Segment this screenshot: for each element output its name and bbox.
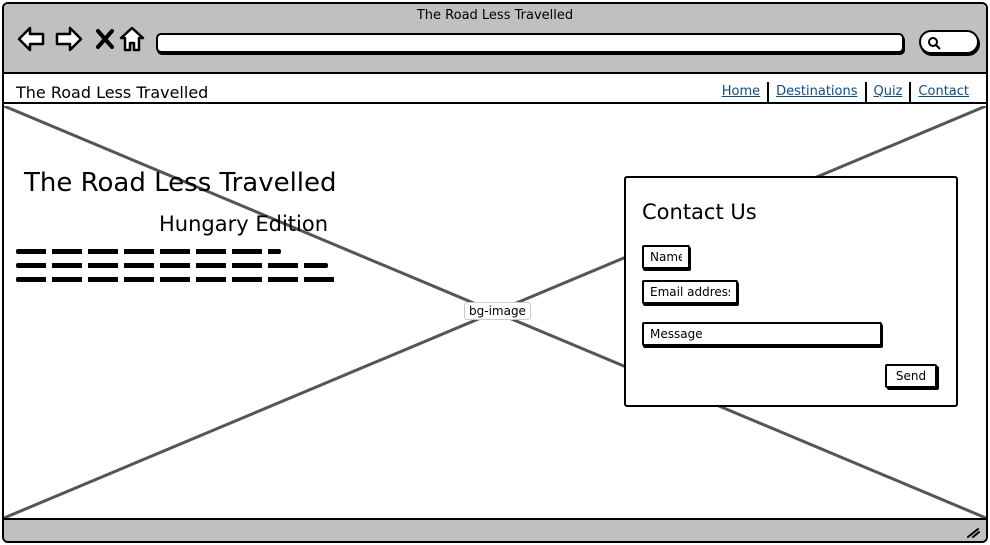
image-placeholder-label: bg-image bbox=[464, 302, 531, 320]
contact-title: Contact Us bbox=[642, 200, 757, 224]
hero-section: bg-image The Road Less Travelled Hungary… bbox=[4, 106, 986, 518]
url-input[interactable] bbox=[156, 33, 904, 53]
name-field[interactable] bbox=[642, 245, 690, 269]
message-field[interactable] bbox=[642, 322, 882, 346]
browser-chrome: The Road Less Travelled bbox=[4, 4, 986, 74]
search-button[interactable] bbox=[919, 30, 979, 54]
nav-link-destinations[interactable]: Destinations bbox=[767, 82, 864, 102]
placeholder-text-block bbox=[16, 249, 338, 291]
hero-subtitle: Hungary Edition bbox=[159, 212, 329, 236]
hero-title: The Road Less Travelled bbox=[24, 168, 337, 198]
placeholder-text-line bbox=[16, 249, 281, 254]
home-icon[interactable] bbox=[117, 24, 147, 54]
placeholder-text-line bbox=[16, 277, 336, 282]
main-nav: Home Destinations Quiz Contact bbox=[715, 82, 976, 102]
site-name[interactable]: The Road Less Travelled bbox=[16, 83, 208, 102]
back-arrow-icon[interactable] bbox=[16, 24, 46, 54]
nav-link-quiz[interactable]: Quiz bbox=[864, 82, 910, 102]
window-title: The Road Less Travelled bbox=[416, 8, 574, 23]
nav-link-contact[interactable]: Contact bbox=[909, 82, 976, 102]
resize-grip-icon[interactable] bbox=[966, 526, 980, 538]
browser-window: The Road Less Travelled The Road Less Tr… bbox=[2, 2, 988, 543]
forward-arrow-icon[interactable] bbox=[54, 24, 84, 54]
email-field[interactable] bbox=[642, 280, 738, 304]
send-button[interactable]: Send bbox=[885, 364, 937, 388]
nav-link-home[interactable]: Home bbox=[715, 82, 767, 102]
placeholder-text-line bbox=[16, 263, 328, 268]
site-header: The Road Less Travelled Home Destination… bbox=[4, 74, 986, 104]
close-icon[interactable] bbox=[90, 24, 120, 54]
search-icon bbox=[928, 37, 941, 50]
contact-form: Contact Us Send bbox=[624, 176, 958, 407]
status-bar bbox=[4, 518, 986, 541]
